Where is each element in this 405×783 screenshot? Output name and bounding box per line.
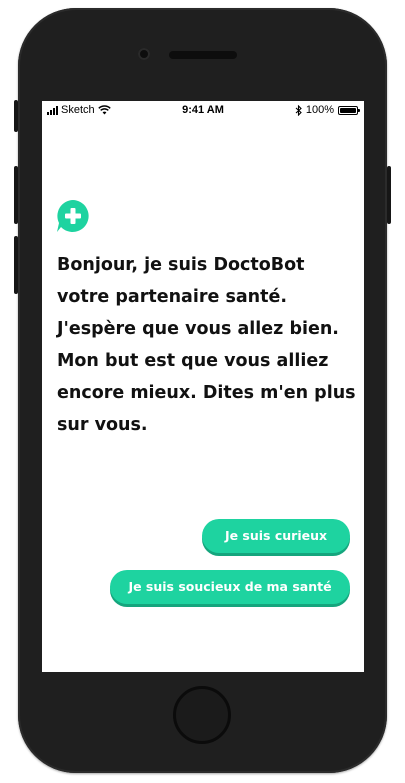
- bluetooth-icon: [295, 104, 302, 116]
- bot-message: Bonjour, je suis DoctoBot votre partenai…: [57, 255, 356, 435]
- app-screen: Sketch 9:41 AM 100% Bonjour, je suis Doc…: [42, 101, 364, 672]
- battery-percent: 100%: [305, 104, 334, 116]
- quick-reply-health-button[interactable]: Je suis soucieux de ma santé: [110, 570, 350, 604]
- status-right: 100%: [295, 104, 360, 116]
- volume-up-button: [14, 166, 18, 224]
- power-button: [387, 166, 391, 224]
- status-bar: Sketch 9:41 AM 100%: [42, 101, 364, 121]
- volume-down-button: [14, 236, 18, 294]
- quick-reply-curious-button[interactable]: Je suis curieux: [202, 519, 350, 553]
- mute-switch: [14, 100, 18, 132]
- front-camera: [138, 48, 150, 60]
- earpiece-speaker: [169, 51, 237, 59]
- home-button[interactable]: [173, 686, 231, 744]
- medical-cross-chat-bubble-icon: [57, 200, 89, 232]
- battery-icon: [338, 105, 360, 115]
